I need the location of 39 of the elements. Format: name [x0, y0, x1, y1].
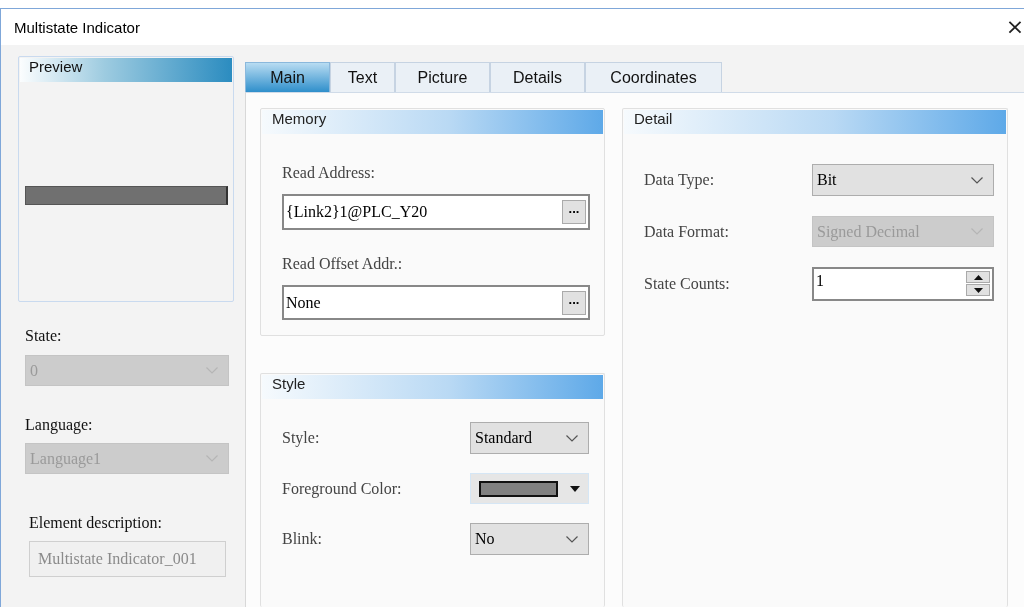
down-arrow-icon [973, 287, 983, 293]
decrement-button[interactable] [966, 284, 990, 296]
field-label: Foreground Color: [282, 479, 403, 498]
tab[interactable]: Details [490, 62, 585, 92]
group-header: Memory [262, 110, 603, 134]
field-label: Read Offset Addr.: [282, 255, 404, 273]
address-field[interactable]: None ... [282, 285, 590, 320]
color-picker[interactable] [470, 473, 589, 504]
tab[interactable]: Picture [395, 62, 490, 92]
address-field[interactable]: {Link2}1@PLC_Y20 ... [282, 194, 590, 230]
field-label: Language: [25, 416, 94, 434]
field-label: Data Format: [644, 222, 730, 241]
field-label: State: [25, 327, 63, 345]
browse-button[interactable]: ... [562, 290, 586, 315]
increment-button[interactable] [966, 271, 990, 283]
close-button[interactable]: × [1004, 16, 1024, 38]
group-header: Detail [624, 110, 1006, 134]
chevron-down-icon [566, 434, 578, 442]
number-field[interactable]: 1 [812, 267, 994, 301]
field-label: Element description: [29, 514, 163, 532]
field-label: Blink: [282, 530, 323, 548]
tab[interactable]: Coordinates [585, 62, 722, 92]
browse-button[interactable]: ... [562, 200, 586, 224]
preview-header: Preview [20, 58, 232, 82]
field-label: Data Type: [644, 171, 716, 189]
group-header: Style [262, 375, 603, 399]
dropdown[interactable]: Bit [812, 164, 994, 196]
tab[interactable]: Text [330, 62, 395, 92]
dropdown-arrow-icon [570, 485, 580, 492]
field-label: State Counts: [644, 275, 731, 293]
chevron-down-icon [566, 535, 578, 543]
field-label: Read Address: [282, 164, 376, 182]
up-arrow-icon [973, 274, 983, 280]
dropdown[interactable]: No [470, 523, 589, 555]
field-label: Style: [282, 429, 321, 447]
window-title: Multistate Indicator [14, 18, 141, 36]
tab[interactable]: Main [245, 62, 330, 92]
chevron-down-icon [971, 176, 983, 184]
dropdown[interactable]: Standard [470, 422, 589, 454]
